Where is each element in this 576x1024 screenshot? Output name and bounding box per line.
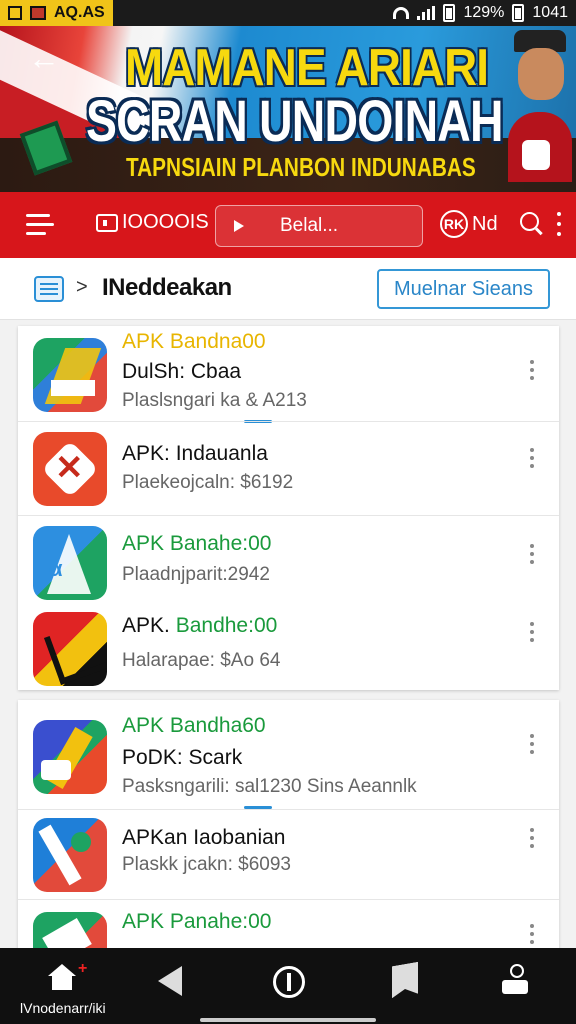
list-item[interactable]: APKan Iaobanian Plaskk jcakn: $6093: [18, 810, 559, 900]
more-options-icon[interactable]: [529, 448, 535, 468]
clock: 1041: [532, 4, 568, 21]
app-meta: Pasksngarili: sal1230 Sins Aeannlk: [122, 776, 417, 797]
nav-profile[interactable]: [480, 948, 560, 1024]
banner-title-line2: SCRAN UNDOINAH: [86, 89, 504, 154]
more-options-icon[interactable]: [529, 734, 535, 754]
nav-home-circle[interactable]: [250, 948, 330, 1024]
list-item[interactable]: APK Bandna00 DulSh: Cbaa Plaslsngari ka …: [18, 326, 559, 423]
nav-home[interactable]: + lVnodenarr/iki: [0, 948, 110, 1024]
category-label: IOOOOIS: [122, 211, 209, 233]
more-options-icon[interactable]: [529, 544, 535, 564]
app-title-row: APK. Bandhe:00: [122, 614, 277, 638]
image-notification-icon: [30, 6, 46, 20]
promo-banner[interactable]: ← MAMANE ARIARI SCRAN UNDOINAH TAPNSIAIN…: [0, 26, 576, 192]
more-options-icon[interactable]: [529, 360, 535, 380]
app-meta: Plaslsngari ka & A213: [122, 390, 307, 411]
battery-icon-secondary: [512, 4, 525, 22]
banner-subtitle: TAPNSIAIN PLANBON INDUNABAS: [126, 152, 476, 182]
user-account-button[interactable]: RK Nd: [440, 210, 498, 238]
app-meta: Halarapae: $Ao 64: [122, 650, 281, 671]
search-field[interactable]: Belal...: [215, 205, 423, 247]
list-item[interactable]: APK Banahe:00 Plaadnjparit:2942: [18, 516, 559, 602]
app-title: APK: Indauanla: [122, 442, 268, 465]
user-label: Nd: [472, 212, 498, 235]
menu-icon[interactable]: [26, 214, 54, 236]
nav-back[interactable]: [130, 948, 210, 1024]
bookmark-icon: [392, 962, 418, 999]
category-selector[interactable]: IOOOOIS: [96, 211, 209, 234]
app-title-suffix: Bandhe:00: [175, 614, 278, 637]
battery-percent: 129%: [463, 4, 505, 21]
app-icon: [33, 338, 107, 412]
app-title: APKan Iaobanian: [122, 826, 286, 849]
back-triangle-icon: [158, 966, 182, 996]
breadcrumb-label[interactable]: INeddeakan: [102, 274, 232, 302]
app-subtitle: DulSh: Cbaa: [122, 360, 242, 383]
app-subtitle: PoDK: Scark: [122, 746, 243, 769]
home-icon: [48, 964, 76, 990]
app-list-card: APK Bandna00 DulSh: Cbaa Plaslsngari ka …: [18, 326, 559, 690]
more-options-icon[interactable]: [529, 828, 535, 848]
app-icon: [33, 432, 107, 506]
signal-icon: [417, 6, 436, 20]
more-options-icon[interactable]: [529, 622, 535, 642]
bottom-navigation: + lVnodenarr/iki: [0, 948, 576, 1024]
list-item[interactable]: APK. Bandhe:00 Halarapae: $Ao 64: [18, 602, 559, 690]
list-item[interactable]: APK Panahe:00: [18, 900, 559, 986]
search-placeholder: Belal...: [280, 215, 339, 236]
app-title: APK Bandna00: [122, 330, 266, 353]
overflow-menu-icon[interactable]: [556, 212, 562, 236]
app-icon: [33, 526, 107, 600]
chevron-right-icon: >: [76, 276, 88, 298]
back-arrow-icon[interactable]: ←: [28, 42, 60, 74]
list-icon: [34, 276, 64, 302]
notification-icon: [8, 6, 22, 20]
app-title: APK Panahe:00: [122, 910, 272, 933]
list-item[interactable]: APK Bandha60 PoDK: Scark Pasksngarili: s…: [18, 700, 559, 810]
category-icon: [96, 213, 118, 232]
app-meta: Plaskk jcakn: $6093: [122, 854, 291, 875]
play-icon: [234, 220, 244, 232]
carrier-text: AQ.AS: [54, 4, 105, 21]
app-icon: [33, 720, 107, 794]
app-title-prefix: APK.: [122, 614, 170, 637]
app-screen: AQ.AS 129% 1041 ← MAMANE ARIARI SCRAN UN…: [0, 0, 576, 1024]
status-notification-area: AQ.AS: [0, 0, 113, 26]
filter-button[interactable]: Muelnar Sieans: [377, 269, 550, 309]
list-item[interactable]: APK: Indauanla Plaekeojcaln: $6192: [18, 422, 559, 516]
home-indicator: [200, 1018, 376, 1022]
search-icon[interactable]: [520, 212, 544, 236]
nav-bookmarks[interactable]: [370, 948, 450, 1024]
app-meta: Plaekeojcaln: $6192: [122, 472, 294, 493]
wifi-icon: [393, 7, 410, 19]
profile-icon: [502, 964, 528, 996]
status-bar: AQ.AS 129% 1041: [0, 0, 576, 26]
app-icon: [33, 612, 107, 686]
breadcrumb: > INeddeakan Muelnar Sieans: [0, 258, 576, 320]
app-title: APK Banahe:00: [122, 532, 272, 555]
app-meta: Plaadnjparit:2942: [122, 564, 270, 585]
banner-person-illustration: [508, 30, 572, 182]
nav-home-label: lVnodenarr/iki: [20, 1000, 106, 1016]
top-app-bar: IOOOOIS Belal... RK Nd: [0, 192, 576, 258]
battery-icon: [443, 4, 456, 22]
app-icon: [33, 818, 107, 892]
app-list-card: APK Bandha60 PoDK: Scark Pasksngarili: s…: [18, 700, 559, 986]
home-badge: +: [78, 960, 88, 977]
more-options-icon[interactable]: [529, 924, 535, 944]
user-badge-icon: RK: [440, 210, 468, 238]
app-title: APK Bandha60: [122, 714, 266, 737]
power-circle-icon: [273, 966, 305, 998]
